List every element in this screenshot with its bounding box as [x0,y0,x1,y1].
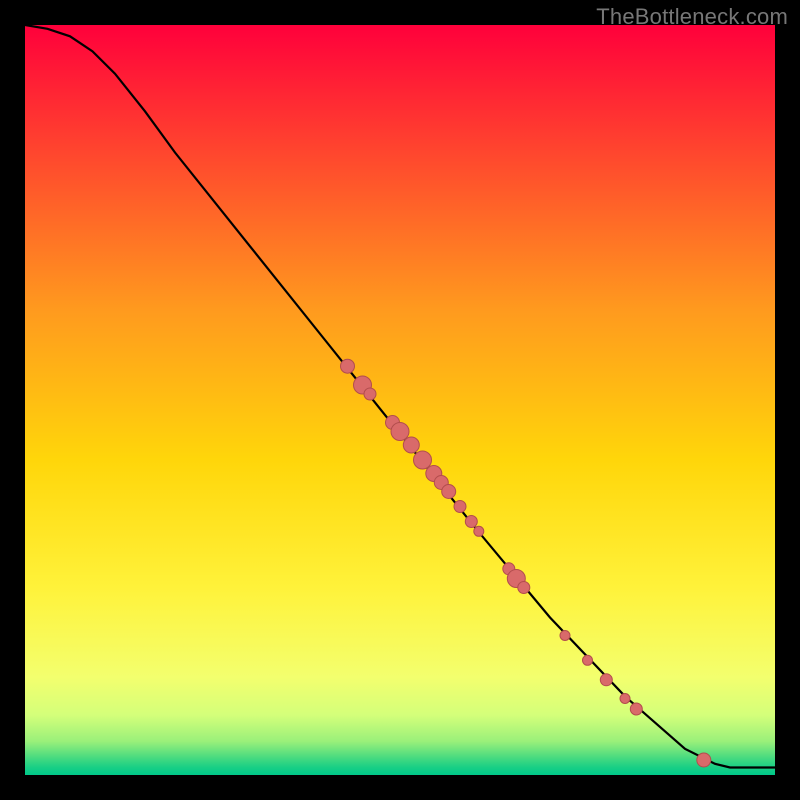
data-point [414,451,432,469]
data-point [474,526,484,536]
data-point [403,437,419,453]
data-point [583,655,593,665]
data-point [518,582,530,594]
data-point [630,703,642,715]
gradient-background [25,25,775,775]
data-point [600,674,612,686]
chart-stage: TheBottleneck.com [0,0,800,800]
data-point [341,359,355,373]
data-point [391,423,409,441]
data-point [560,631,570,641]
data-point [620,694,630,704]
data-point [454,501,466,513]
data-point [364,388,376,400]
data-point [465,516,477,528]
data-point [697,753,711,767]
chart-svg [25,25,775,775]
data-point [442,485,456,499]
chart-plot-area [25,25,775,775]
